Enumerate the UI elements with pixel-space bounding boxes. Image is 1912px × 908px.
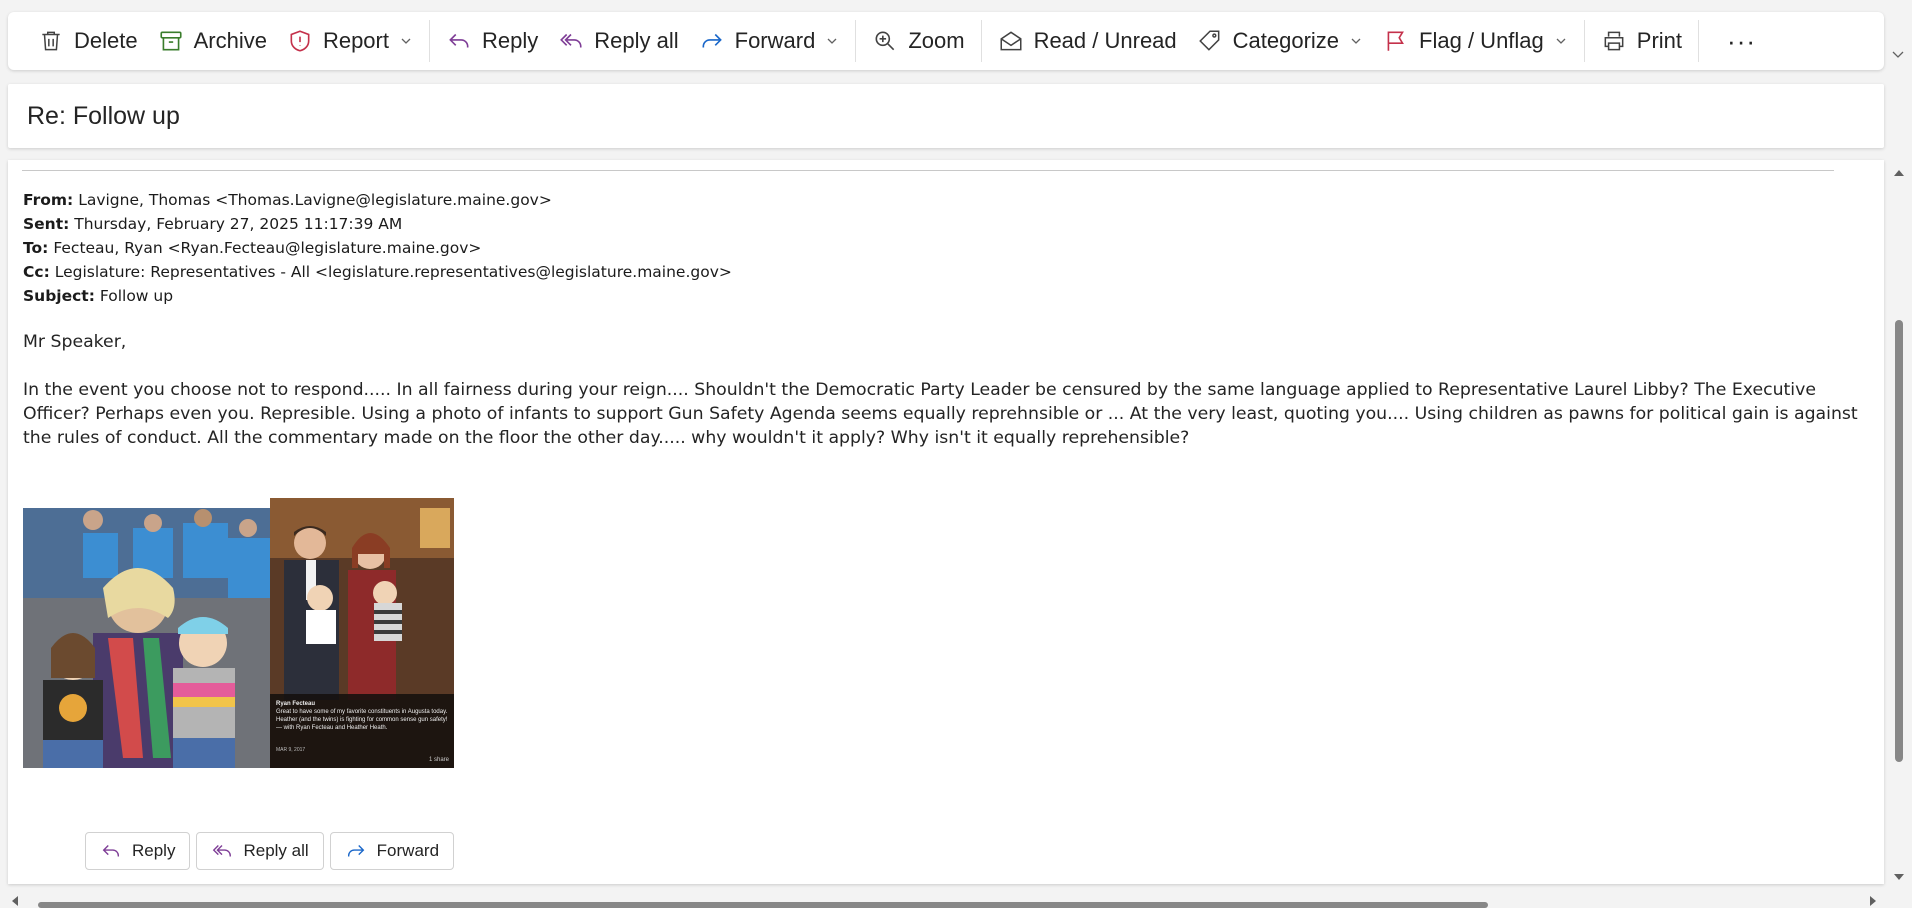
header-to: To: Fecteau, Ryan <Ryan.Fecteau@legislat… xyxy=(23,239,482,257)
printer-icon xyxy=(1604,31,1624,51)
caption-share-count: 1 share xyxy=(428,757,449,763)
scroll-left-arrow-icon[interactable] xyxy=(12,896,18,906)
chevron-down-icon[interactable] xyxy=(399,34,413,48)
header-subject: Subject: Follow up xyxy=(23,287,174,305)
parade-photo-graphic xyxy=(23,508,270,768)
categorize-button[interactable]: Categorize xyxy=(1187,21,1373,61)
reply-all-button[interactable]: Reply all xyxy=(548,21,688,61)
caption-text: Great to have some of my favorite consti… xyxy=(276,709,448,731)
toolbar-divider xyxy=(980,20,982,62)
reply-all-icon xyxy=(213,845,232,857)
message-body-pane: From: Lavigne, Thomas <Thomas.Lavigne@le… xyxy=(8,160,1884,884)
delete-button[interactable]: Delete xyxy=(28,21,148,61)
header-sent: Sent: Thursday, February 27, 2025 11:17:… xyxy=(23,215,403,233)
cc-value: Legislature: Representatives - All <legi… xyxy=(54,263,732,281)
forward-label: Forward xyxy=(734,28,816,53)
footer-reply-all-label: Reply all xyxy=(243,841,309,860)
read-unread-label: Read / Unread xyxy=(1033,28,1177,53)
trash-icon xyxy=(42,31,60,51)
email-body: Mr Speaker, In the event you choose not … xyxy=(23,330,1883,474)
from-value: Lavigne, Thomas <Thomas.Lavigne@legislat… xyxy=(78,191,552,209)
forward-icon xyxy=(347,845,364,857)
forward-icon xyxy=(702,33,722,48)
reply-all-label: Reply all xyxy=(594,28,679,53)
flag-unflag-label: Flag / Unflag xyxy=(1419,28,1544,53)
reply-icon xyxy=(449,33,469,48)
email-greeting: Mr Speaker, xyxy=(23,332,127,352)
quoted-message-divider xyxy=(22,170,1834,171)
message-footer-actions: Reply Reply all Forward xyxy=(85,832,455,870)
toolbar-divider xyxy=(429,20,430,62)
social-post-caption: Ryan Fecteau Great to have some of my fa… xyxy=(270,694,454,768)
archive-button[interactable]: Archive xyxy=(148,21,277,61)
header-cc: Cc: Legislature: Representatives - All <… xyxy=(23,263,732,281)
report-label: Report xyxy=(322,28,389,53)
to-value: Fecteau, Ryan <Ryan.Fecteau@legislature.… xyxy=(53,239,482,257)
print-button[interactable]: Print xyxy=(1591,21,1692,61)
footer-forward-label: Forward xyxy=(376,841,440,860)
footer-forward-button[interactable]: Forward xyxy=(329,832,455,870)
read-unread-button[interactable]: Read / Unread xyxy=(988,21,1187,61)
envelope-open-icon xyxy=(1000,31,1022,51)
ribbon-expand-chevron-icon[interactable] xyxy=(1890,46,1906,62)
archive-label: Archive xyxy=(193,28,267,53)
categorize-label: Categorize xyxy=(1232,28,1340,53)
more-actions-button[interactable]: ··· xyxy=(1705,21,1778,61)
scroll-up-arrow-icon[interactable] xyxy=(1894,170,1904,176)
scroll-down-arrow-icon[interactable] xyxy=(1894,874,1904,880)
zoom-label: Zoom xyxy=(908,28,965,53)
zoom-in-icon xyxy=(875,31,895,51)
horizontal-scroll-thumb[interactable] xyxy=(38,902,1488,908)
caption-author: Ryan Fecteau xyxy=(276,701,316,707)
reply-icon xyxy=(102,845,120,857)
forward-button[interactable]: Forward xyxy=(689,21,850,61)
footer-reply-all-button[interactable]: Reply all xyxy=(196,832,324,870)
caption-date: MAR 9, 2017 xyxy=(276,747,306,753)
subject-value: Follow up xyxy=(99,287,174,305)
email-subject-title: Re: Follow up xyxy=(27,102,180,130)
flag-unflag-button[interactable]: Flag / Unflag xyxy=(1373,21,1578,61)
reply-all-icon xyxy=(560,33,582,48)
reply-label: Reply xyxy=(482,28,539,53)
chevron-down-icon[interactable] xyxy=(1554,34,1568,48)
report-button[interactable]: Report xyxy=(277,21,423,61)
vertical-scroll-thumb[interactable] xyxy=(1895,320,1903,762)
footer-reply-button[interactable]: Reply xyxy=(85,832,191,870)
reply-button[interactable]: Reply xyxy=(436,21,548,61)
subject-header: Re: Follow up xyxy=(8,84,1884,148)
scroll-right-arrow-icon[interactable] xyxy=(1870,896,1876,906)
print-label: Print xyxy=(1636,28,1683,53)
toolbar-divider xyxy=(1583,20,1585,62)
toolbar-divider xyxy=(1698,20,1700,62)
email-body-paragraph: In the event you choose not to respond..… xyxy=(23,380,1858,448)
delete-label: Delete xyxy=(74,28,138,53)
shield-warning-icon xyxy=(290,30,310,52)
chevron-down-icon[interactable] xyxy=(825,34,839,48)
vertical-scrollbar[interactable] xyxy=(1890,160,1908,884)
footer-reply-label: Reply xyxy=(132,841,176,860)
chevron-down-icon[interactable] xyxy=(1349,34,1363,48)
archive-icon xyxy=(160,31,182,51)
header-from: From: Lavigne, Thomas <Thomas.Lavigne@le… xyxy=(23,191,552,209)
quoted-message-headers: From: Lavigne, Thomas <Thomas.Lavigne@le… xyxy=(23,188,732,308)
toolbar-divider xyxy=(855,20,857,62)
flag-icon xyxy=(1387,31,1404,51)
command-toolbar: Delete Archive Report Reply Reply all Fo… xyxy=(8,12,1884,70)
inline-image-parade-photo[interactable] xyxy=(23,508,270,768)
inline-image-social-post[interactable]: Ryan Fecteau Great to have some of my fa… xyxy=(270,498,454,768)
zoom-button[interactable]: Zoom xyxy=(862,21,974,61)
tag-icon xyxy=(1198,30,1220,51)
sent-value: Thursday, February 27, 2025 11:17:39 AM xyxy=(74,215,403,233)
